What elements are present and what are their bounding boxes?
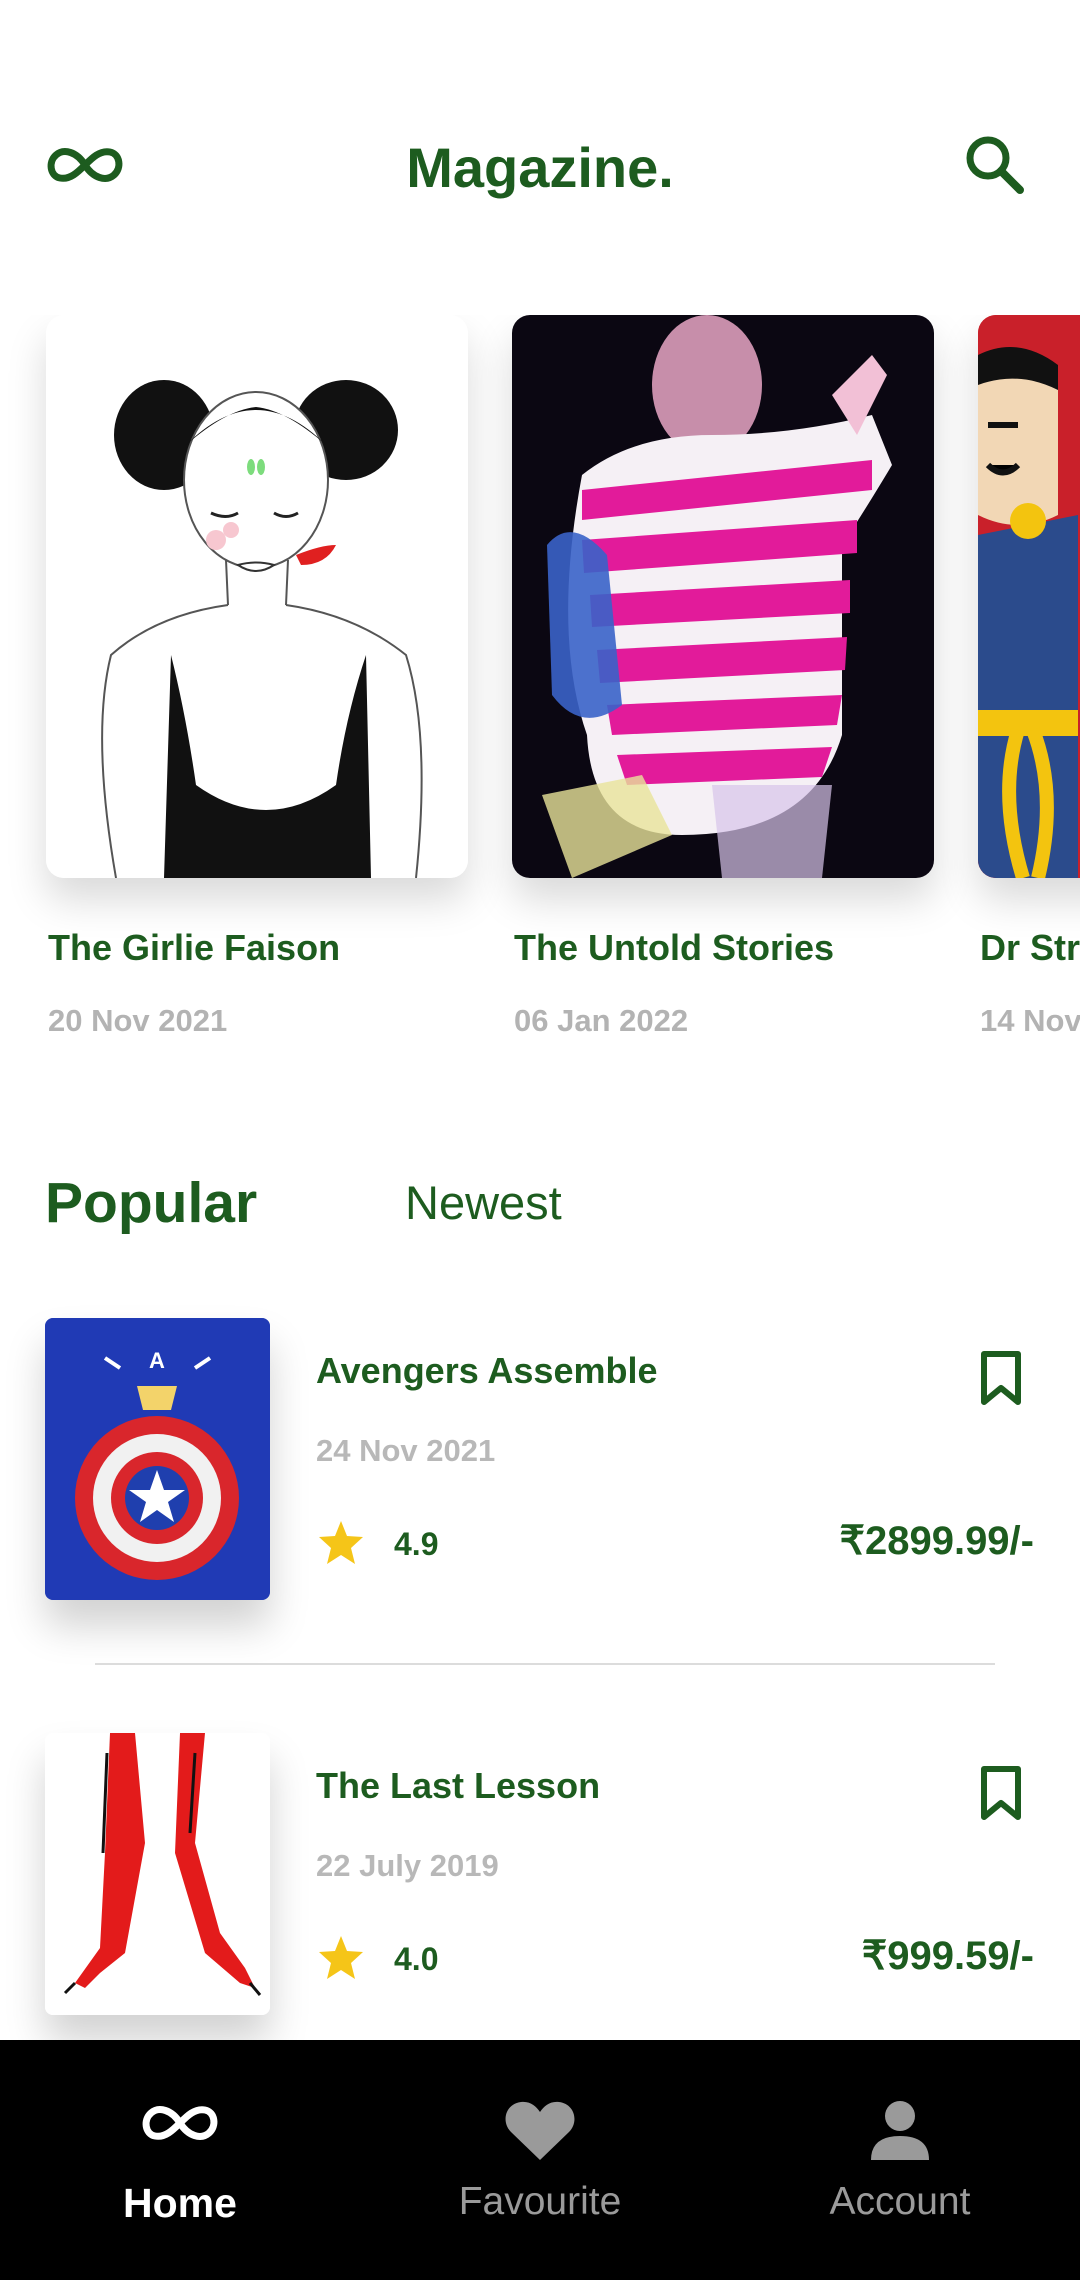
- person-icon: [871, 2101, 929, 2160]
- nav-account[interactable]: Account: [720, 2040, 1080, 2280]
- item-date: 24 Nov 2021: [316, 1433, 496, 1468]
- nav-home[interactable]: Home: [0, 2040, 360, 2280]
- nav-account-label: Account: [829, 2180, 971, 2223]
- top-bar: Magazine.: [0, 110, 1080, 220]
- featured-cover-image: [978, 315, 1080, 878]
- app-root: Magazine. The Girlie Faison 20 Nov 2021 …: [0, 0, 1080, 2280]
- list-divider: [95, 1663, 995, 1665]
- featured-cover-image: [512, 315, 934, 878]
- infinity-icon: [142, 2106, 218, 2140]
- featured-title[interactable]: The Untold Stories: [514, 927, 834, 969]
- heart-icon: [505, 2101, 575, 2160]
- featured-cover-image: [46, 315, 468, 878]
- item-cover-image: [45, 1733, 270, 2015]
- list-item[interactable]: The Last Lesson 22 July 2019 4.0 ₹999.59…: [0, 1733, 1080, 2033]
- item-price: ₹2899.99/-: [839, 1519, 1034, 1563]
- star-icon: [319, 1521, 363, 1564]
- bookmark-icon[interactable]: [978, 1350, 1024, 1406]
- item-title[interactable]: The Last Lesson: [316, 1765, 600, 1807]
- nav-home-label: Home: [123, 2180, 237, 2226]
- star-icon: [319, 1936, 363, 1979]
- featured-title[interactable]: Dr Str: [980, 927, 1080, 969]
- featured-date: 20 Nov 2021: [48, 1003, 228, 1038]
- item-rating: 4.0: [394, 1941, 439, 1977]
- tab-popular[interactable]: Popular: [45, 1170, 257, 1236]
- item-price: ₹999.59/-: [861, 1934, 1034, 1978]
- featured-carousel[interactable]: The Girlie Faison 20 Nov 2021 The Untold…: [0, 315, 1080, 1055]
- item-cover-image: A: [45, 1318, 270, 1600]
- featured-date: 14 Nov: [980, 1003, 1080, 1038]
- item-rating: 4.9: [394, 1526, 439, 1562]
- list-item[interactable]: A Avengers Assemble 24 Nov 2021 4.9 ₹289…: [0, 1318, 1080, 1618]
- list-tabs: Popular Newest: [0, 1170, 1080, 1260]
- nav-favourite-label: Favourite: [458, 2180, 622, 2223]
- tab-newest[interactable]: Newest: [405, 1175, 562, 1230]
- featured-card[interactable]: The Untold Stories 06 Jan 2022: [512, 315, 934, 1038]
- bottom-nav: Home Favourite Account: [0, 2040, 1080, 2280]
- featured-date: 06 Jan 2022: [514, 1003, 689, 1038]
- svg-text:A: A: [149, 1348, 165, 1373]
- search-icon[interactable]: [962, 132, 1026, 196]
- featured-card[interactable]: The Girlie Faison 20 Nov 2021: [46, 315, 468, 1038]
- item-date: 22 July 2019: [316, 1848, 499, 1883]
- item-title[interactable]: Avengers Assemble: [316, 1350, 658, 1392]
- featured-title[interactable]: The Girlie Faison: [48, 927, 340, 969]
- nav-favourite[interactable]: Favourite: [360, 2040, 720, 2280]
- app-title: Magazine.: [406, 136, 674, 199]
- bookmark-icon[interactable]: [978, 1765, 1024, 1821]
- featured-card[interactable]: Dr Str 14 Nov: [978, 315, 1080, 1038]
